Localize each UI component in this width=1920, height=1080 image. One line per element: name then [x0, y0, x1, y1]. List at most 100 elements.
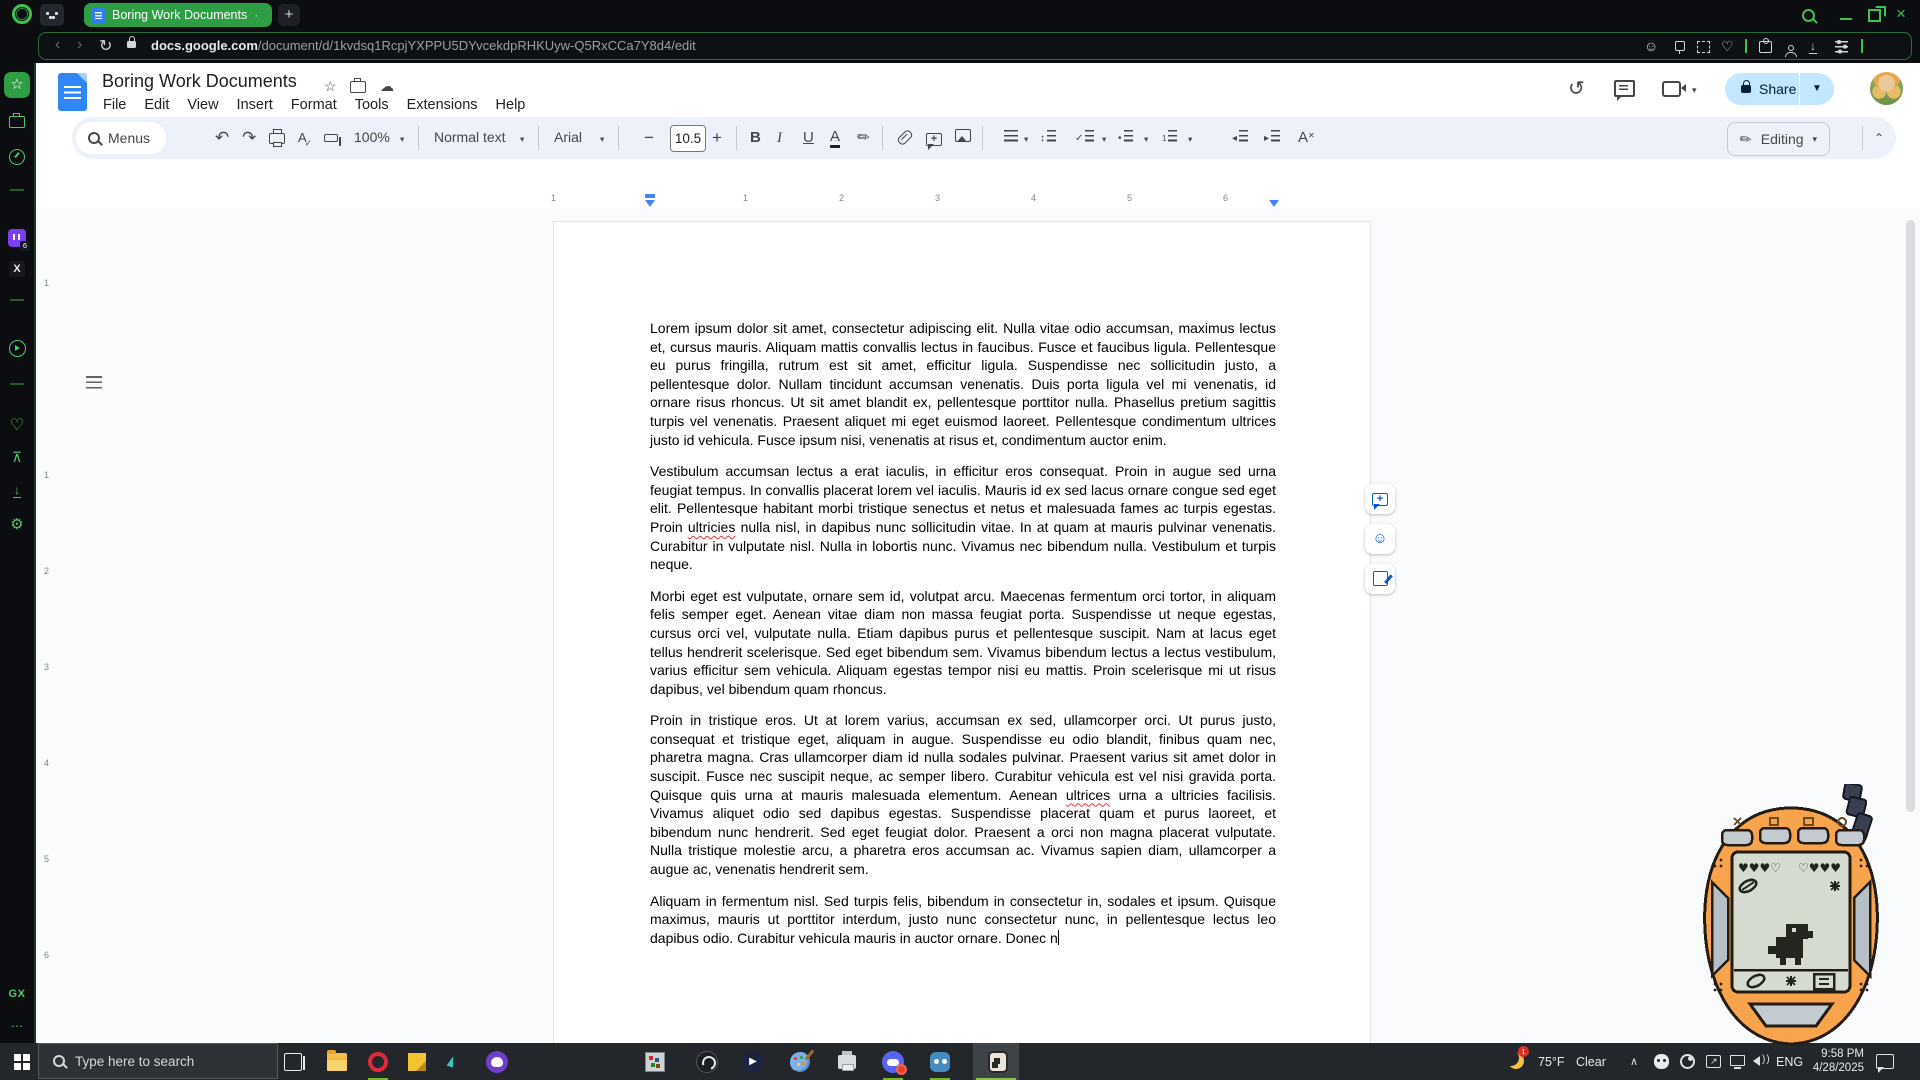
first-line-indent-marker[interactable]: [645, 194, 655, 198]
tamagotchi-widget[interactable]: ♥♥♥♡ ♡♥♥♥: [1698, 784, 1884, 1048]
numbered-list-button[interactable]: 1: [1162, 128, 1177, 150]
bookmark-heart-icon[interactable]: ♡: [1721, 39, 1734, 53]
paint-app-icon[interactable]: [788, 1050, 812, 1074]
print-button[interactable]: [269, 128, 285, 150]
document-text[interactable]: Lorem ipsum dolor sit amet, consectetur …: [650, 319, 1276, 960]
godot-engine-icon[interactable]: [928, 1050, 952, 1074]
emoji-reaction-icon[interactable]: ☺: [1644, 39, 1658, 53]
numbered-list-dropdown-icon[interactable]: ▾: [1188, 134, 1192, 145]
zoom-select[interactable]: 100%: [354, 129, 390, 145]
version-history-icon[interactable]: ↺: [1568, 76, 1585, 101]
sidebar-item-pinboard[interactable]: ⊼: [0, 449, 34, 466]
back-button[interactable]: ‹: [55, 36, 60, 54]
new-tab-button[interactable]: +: [278, 4, 300, 26]
weather-temp[interactable]: 75°F: [1538, 1055, 1565, 1069]
suggest-edits-margin-button[interactable]: [1365, 564, 1395, 594]
comments-icon[interactable]: [1614, 80, 1635, 103]
sidebar-item-dashboard[interactable]: [0, 149, 34, 170]
zoom-dropdown-icon[interactable]: ▾: [400, 134, 404, 145]
editing-mode-button[interactable]: ✎ Editing ▾: [1727, 122, 1830, 156]
lock-icon[interactable]: [127, 35, 136, 50]
github-icon[interactable]: [485, 1050, 509, 1074]
undo-button[interactable]: ↶: [215, 128, 229, 148]
star-document-icon[interactable]: ☆: [324, 78, 337, 95]
bold-button[interactable]: B: [750, 128, 761, 148]
pin-icon[interactable]: [1675, 41, 1685, 55]
italic-button[interactable]: I: [777, 128, 782, 148]
opera-browser-icon[interactable]: [366, 1050, 390, 1074]
menu-edit[interactable]: Edit: [135, 95, 178, 115]
style-dropdown-icon[interactable]: ▾: [520, 134, 524, 145]
restore-button[interactable]: [1868, 9, 1881, 22]
bottom-button[interactable]: [1750, 1004, 1832, 1026]
taskbar-search-box[interactable]: Type here to search: [38, 1043, 278, 1079]
menu-view[interactable]: View: [178, 95, 227, 115]
text-color-button[interactable]: A: [830, 128, 840, 148]
start-button[interactable]: [14, 1054, 21, 1061]
align-button[interactable]: [1004, 128, 1018, 148]
checklist-button[interactable]: ✓: [1075, 128, 1094, 150]
sidebar-item-x[interactable]: X: [9, 261, 25, 277]
forward-button[interactable]: ›: [77, 36, 82, 54]
decrease-font-button[interactable]: −: [644, 128, 654, 148]
menu-insert[interactable]: Insert: [228, 95, 282, 115]
google-docs-logo-icon[interactable]: [58, 73, 87, 111]
task-view-button[interactable]: [281, 1050, 305, 1074]
steam-tray-icon[interactable]: [1679, 1053, 1696, 1070]
spellcheck-button[interactable]: A: [298, 128, 314, 149]
cast-tray-icon[interactable]: [1705, 1053, 1722, 1070]
right-indent-marker[interactable]: [1269, 200, 1279, 207]
share-dropdown-button[interactable]: ▼: [1799, 73, 1834, 105]
document-page[interactable]: Lorem ipsum dolor sit amet, consectetur …: [553, 221, 1371, 1043]
checklist-dropdown-icon[interactable]: ▾: [1102, 134, 1106, 145]
downloads-icon[interactable]: ↓: [1809, 38, 1817, 54]
left-indent-marker[interactable]: [645, 200, 655, 207]
menus-search-button[interactable]: Menus: [76, 122, 166, 154]
menu-extensions[interactable]: Extensions: [398, 95, 487, 115]
tamagotchi-app-button[interactable]: [973, 1043, 1019, 1080]
address-bar[interactable]: ‹ › ↻ docs.google.com/document/d/1kvdsq1…: [38, 32, 1912, 60]
document-title[interactable]: Boring Work Documents: [102, 71, 297, 92]
browser-tab[interactable]: Boring Work Documents ·: [84, 3, 272, 27]
panel-settings-icon[interactable]: [1835, 41, 1848, 55]
font-size-input[interactable]: 10.5: [670, 125, 706, 152]
discord-tray-icon[interactable]: [1653, 1053, 1670, 1070]
vertical-scrollbar[interactable]: [1906, 220, 1915, 812]
font-select[interactable]: Arial: [554, 129, 582, 145]
emoji-reaction-margin-button[interactable]: ☺: [1365, 524, 1395, 554]
document-outline-icon[interactable]: [86, 376, 102, 389]
weather-condition[interactable]: Clear: [1576, 1055, 1606, 1069]
font-dropdown-icon[interactable]: ▾: [600, 134, 604, 145]
reload-button[interactable]: ↻: [99, 36, 112, 56]
insert-link-button[interactable]: [897, 128, 913, 148]
meet-dropdown-icon[interactable]: ▾: [1692, 85, 1697, 96]
quill-app-icon[interactable]: [440, 1050, 464, 1074]
printer-app-icon[interactable]: [835, 1050, 859, 1074]
highlight-button[interactable]: ✎: [853, 126, 875, 149]
share-button[interactable]: Share: [1725, 73, 1810, 105]
media-player-icon[interactable]: ▶: [741, 1050, 765, 1074]
redo-button[interactable]: ↷: [242, 128, 256, 148]
move-folder-icon[interactable]: [350, 80, 366, 96]
cloud-status-icon[interactable]: ☁: [380, 78, 394, 95]
menu-format[interactable]: Format: [282, 95, 346, 115]
network-tray-icon[interactable]: [1729, 1053, 1746, 1070]
sidebar-item-player[interactable]: [0, 340, 34, 362]
increase-indent-button[interactable]: ▸: [1264, 128, 1280, 150]
horizontal-ruler[interactable]: 1 1 2 3 4 5 6: [36, 191, 1920, 208]
light-menu-icon[interactable]: [1786, 976, 1796, 986]
tray-overflow-chevron[interactable]: ∧: [1630, 1055, 1638, 1068]
account-avatar[interactable]: [1870, 72, 1903, 105]
add-comment-button[interactable]: +: [926, 128, 942, 148]
menu-file[interactable]: File: [94, 95, 135, 115]
menu-help[interactable]: Help: [487, 95, 535, 115]
action-center-icon[interactable]: [1876, 1054, 1894, 1069]
clock[interactable]: 9:58 PM 4/28/2025: [1798, 1048, 1864, 1075]
add-comment-margin-button[interactable]: +: [1365, 484, 1395, 514]
pixel-editor-icon[interactable]: [643, 1050, 667, 1074]
discord-settings-icon[interactable]: [881, 1050, 905, 1074]
menu-tools[interactable]: Tools: [346, 95, 398, 115]
sidebar-item-workspaces[interactable]: [0, 111, 34, 133]
sidebar-item-twitch[interactable]: 6: [8, 229, 26, 247]
line-spacing-button[interactable]: ↕: [1040, 128, 1056, 150]
